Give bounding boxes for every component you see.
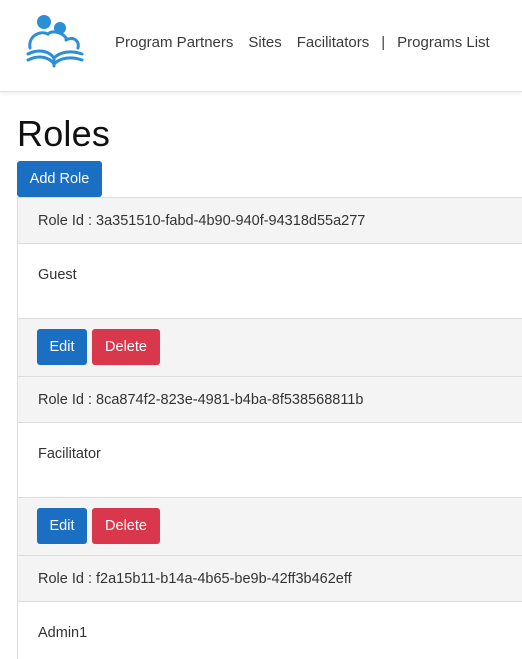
top-navbar: Program Partners Sites Facilitators | Pr… bbox=[0, 0, 522, 92]
role-id-label: Role Id : 3a351510-fabd-4b90-940f-94318d… bbox=[38, 212, 366, 229]
edit-role-button[interactable]: Edit bbox=[37, 329, 87, 365]
nav-separator: | bbox=[381, 34, 386, 51]
nav-links: Program Partners Sites Facilitators | Pr… bbox=[115, 34, 490, 51]
role-name: Guest bbox=[38, 267, 77, 283]
role-id-label: Role Id : f2a15b11-b14a-4b65-be9b-42ff3b… bbox=[38, 570, 352, 587]
role-card-footer: Edit Delete bbox=[18, 318, 522, 377]
role-name: Admin1 bbox=[38, 625, 88, 641]
role-name: Facilitator bbox=[38, 446, 101, 462]
role-card-footer: Edit Delete bbox=[18, 497, 522, 556]
role-id-label: Role Id : 8ca874f2-823e-4981-b4ba-8f5385… bbox=[38, 391, 364, 408]
role-card-header: Role Id : 3a351510-fabd-4b90-940f-94318d… bbox=[18, 198, 522, 244]
delete-role-button[interactable]: Delete bbox=[92, 508, 160, 544]
role-card-body: Admin1 bbox=[18, 602, 522, 659]
nav-link-program-partners[interactable]: Program Partners bbox=[115, 34, 233, 51]
role-card-body: Guest bbox=[18, 244, 522, 318]
nav-link-sites[interactable]: Sites bbox=[248, 34, 281, 51]
app-logo-icon[interactable] bbox=[22, 10, 86, 72]
role-card-body: Facilitator bbox=[18, 423, 522, 497]
edit-role-button[interactable]: Edit bbox=[37, 508, 87, 544]
nav-link-programs-list[interactable]: Programs List bbox=[397, 34, 490, 51]
role-card-header: Role Id : f2a15b11-b14a-4b65-be9b-42ff3b… bbox=[18, 556, 522, 602]
add-role-button[interactable]: Add Role bbox=[17, 161, 102, 197]
role-card: Role Id : f2a15b11-b14a-4b65-be9b-42ff3b… bbox=[17, 555, 522, 659]
page-title: Roles bbox=[17, 113, 111, 154]
role-card-header: Role Id : 8ca874f2-823e-4981-b4ba-8f5385… bbox=[18, 377, 522, 423]
nav-link-facilitators[interactable]: Facilitators bbox=[297, 34, 370, 51]
role-card: Role Id : 8ca874f2-823e-4981-b4ba-8f5385… bbox=[17, 376, 522, 557]
role-card: Role Id : 3a351510-fabd-4b90-940f-94318d… bbox=[17, 197, 522, 378]
delete-role-button[interactable]: Delete bbox=[92, 329, 160, 365]
